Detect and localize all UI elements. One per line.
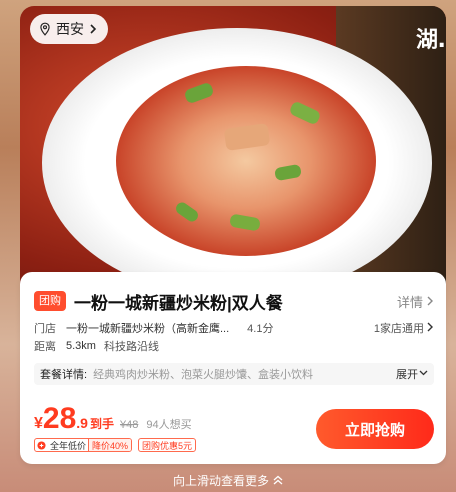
lowest-price-badge: 全年低价 降价40% [34, 438, 133, 452]
store-row[interactable]: 门店 一粉一城新疆炒米粉（高新金鹰... 4.1分 1家店通用 [34, 320, 434, 336]
deal-title: 一粉一城新疆炒米粉|双人餐 [74, 293, 283, 313]
distance-value: 5.3km [66, 340, 96, 352]
want-count: 94人想买 [146, 419, 192, 431]
store-key: 门店 [34, 323, 56, 335]
original-price: ¥48 [119, 419, 139, 431]
expand-button[interactable]: 展开 [396, 366, 428, 382]
group-buy-tag: 团购 [34, 291, 66, 311]
store-rating: 4.1分 [247, 323, 274, 335]
title-row: 团购 一粉一城新疆炒米粉|双人餐 详情 [34, 289, 434, 313]
package-label: 套餐详情: [40, 369, 88, 381]
price-drop-label: 降价40% [88, 439, 132, 451]
location-selector[interactable]: 西安 [30, 14, 108, 44]
lowest-price-label: 全年低价 [50, 440, 87, 451]
double-chevron-up-icon [273, 474, 283, 488]
buy-now-button[interactable]: 立即抢购 [316, 409, 434, 449]
hero-side-text: 湖… [416, 28, 446, 53]
details-label: 详情 [396, 294, 423, 310]
hero-image[interactable]: 湖… 西安 [20, 6, 446, 306]
distance-road: 科技路沿线 [103, 341, 159, 353]
swipe-up-hint[interactable]: 向上滑动查看更多 [0, 472, 456, 489]
package-items: 经典鸡肉炒米粉、泡菜火腿炒馕、盒装小饮料 [93, 369, 314, 381]
price-currency: ¥ [34, 415, 43, 432]
distance-key: 距离 [34, 341, 56, 353]
chevron-right-icon [88, 24, 98, 34]
stores-applicable[interactable]: 1家店通用 [374, 320, 434, 336]
stores-label: 1家店通用 [373, 323, 424, 335]
chevron-down-icon [419, 368, 428, 380]
price-integer: 28 [42, 402, 77, 435]
promo-badges: 全年低价 降价40% 团购优惠5元 [34, 438, 197, 452]
chevron-right-icon [426, 294, 434, 309]
price-row: ¥ 28 .9 到手 ¥48 94人想买 [34, 404, 192, 436]
details-link[interactable]: 详情 [397, 292, 434, 311]
distance-row: 距离 5.3km 科技路沿线 [34, 338, 434, 354]
package-details[interactable]: 套餐详情: 经典鸡肉炒米粉、泡菜火腿炒馕、盒装小饮料 展开 [34, 363, 434, 385]
price-decimal: .9 [76, 415, 88, 431]
location-label: 西安 [56, 21, 84, 37]
coupon-badge: 团购优惠5元 [138, 438, 197, 452]
price-tag-icon [35, 440, 48, 450]
price-suffix: 到手 [89, 417, 114, 431]
location-pin-icon [38, 22, 52, 36]
expand-label: 展开 [396, 369, 418, 381]
chevron-right-icon [426, 322, 434, 335]
deal-card: 团购 一粉一城新疆炒米粉|双人餐 详情 门店 一粉一城新疆炒米粉（高新金鹰...… [20, 272, 446, 464]
swipe-hint-label: 向上滑动查看更多 [172, 474, 269, 488]
store-name: 一粉一城新疆炒米粉（高新金鹰... [66, 323, 230, 335]
